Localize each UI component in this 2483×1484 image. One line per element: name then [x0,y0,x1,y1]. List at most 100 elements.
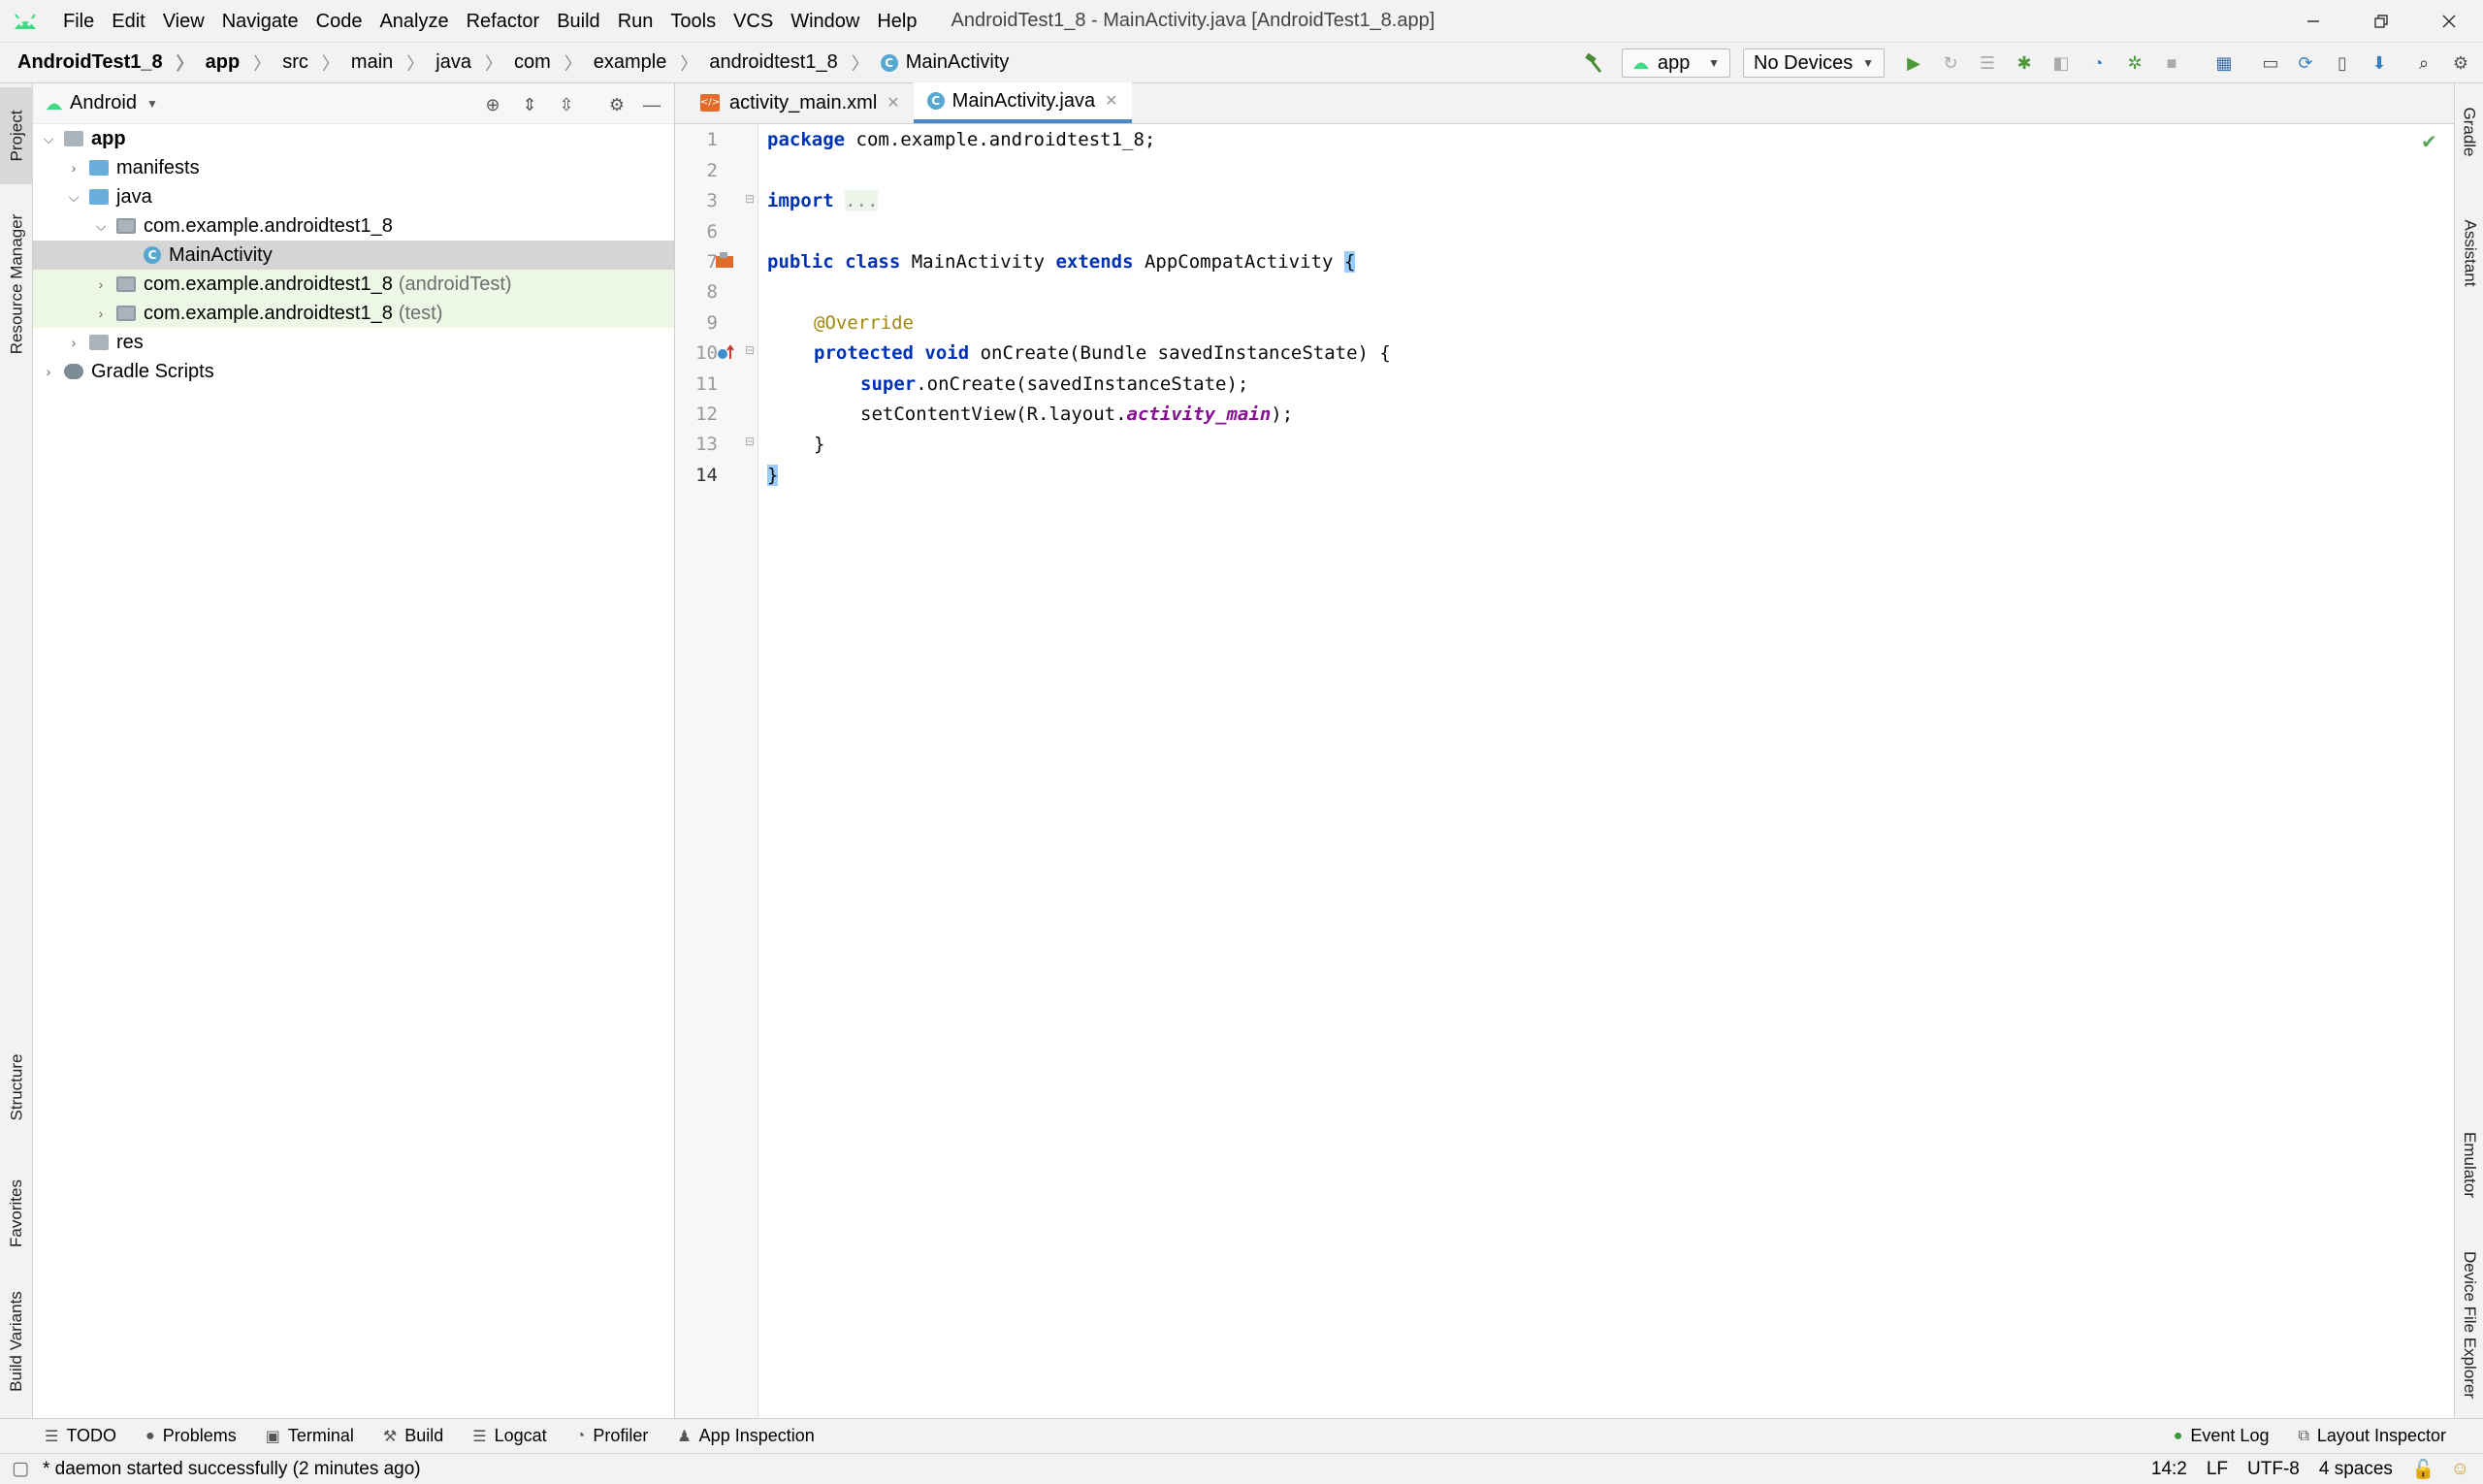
breadcrumb-main[interactable]: 〉 main [308,50,393,76]
tree-item-mainactivity[interactable]: C MainActivity [33,241,674,270]
tool-todo[interactable]: ☰ TODO [45,1426,116,1446]
view-mode-selector[interactable]: Android [70,92,137,114]
close-icon[interactable]: ✕ [887,93,899,113]
menu-file[interactable]: File [54,0,103,43]
tool-layout-inspector[interactable]: ⧉ Layout Inspector [2298,1426,2446,1446]
tab-mainactivity-java[interactable]: C MainActivity.java ✕ [913,82,1132,123]
breadcrumb-java[interactable]: 〉 java [393,50,471,76]
tool-problems[interactable]: ● Problems [145,1426,237,1446]
menu-view[interactable]: View [154,0,213,43]
xml-layout-gutter-icon[interactable] [714,252,735,272]
fold-icon[interactable]: ⊟ [745,435,755,448]
breadcrumb-src[interactable]: 〉 src [240,50,308,76]
tool-event-log[interactable]: ● Event Log [2174,1426,2270,1446]
toggle-tool-windows-icon[interactable]: ▢ [12,1458,29,1480]
restore-button[interactable] [2347,0,2415,43]
device-dropdown[interactable]: No Devices ▼ [1743,48,1885,78]
collapse-all-button[interactable]: ⇳ [555,93,578,116]
tool-device-file-explorer[interactable]: Device File Explorer [2455,1228,2483,1422]
tool-build[interactable]: ⚒ Build [383,1426,443,1446]
search-everywhere-button[interactable]: ⌕ [2411,50,2436,76]
menu-build[interactable]: Build [548,0,608,43]
indent-setting[interactable]: 4 spaces [2319,1459,2393,1480]
tool-terminal[interactable]: ▣ Terminal [266,1426,354,1446]
profile-button[interactable]: ◔ [2085,50,2111,76]
tree-item-package-androidtest[interactable]: › com.example.androidtest1_8 (androidTes… [33,270,674,299]
device-manager-button[interactable]: ▯ [2330,50,2355,76]
tool-emulator[interactable]: Emulator [2455,1102,2483,1228]
menu-code[interactable]: Code [307,0,371,43]
caret-position[interactable]: 14:2 [2151,1459,2187,1480]
tool-favorites[interactable]: Favorites [0,1141,33,1286]
tab-activity-main-xml[interactable]: </> activity_main.xml ✕ [687,82,914,123]
tool-assistant[interactable]: Assistant [2455,190,2483,316]
sync-gradle-button[interactable]: ⟳ [2293,50,2318,76]
fold-icon[interactable]: ⊟ [745,343,755,357]
breadcrumb-project[interactable]: AndroidTest1_8 [0,51,163,74]
settings-button[interactable]: ⚙ [2448,50,2473,76]
sdk-manager-button[interactable]: ⬇ [2367,50,2392,76]
attach-debugger-button[interactable]: ✲ [2122,50,2147,76]
menu-tools[interactable]: Tools [661,0,725,43]
breadcrumb-package[interactable]: 〉 androidtest1_8 [666,50,837,76]
menu-help[interactable]: Help [868,0,925,43]
tool-resource-manager[interactable]: Resource Manager [0,202,33,367]
tree-item-manifests[interactable]: › manifests [33,153,674,182]
avd-manager-button[interactable]: ▭ [2258,50,2283,76]
tree-item-res[interactable]: › res [33,328,674,357]
run-config-dropdown[interactable]: app ▼ [1622,48,1730,78]
make-project-button[interactable] [1581,50,1606,76]
menu-window[interactable]: Window [782,0,868,43]
terminal-icon: ▣ [265,1428,280,1445]
line-number: 7 [706,251,718,273]
tool-profiler[interactable]: ◔ Profiler [576,1426,649,1446]
override-gutter-icon[interactable] [716,343,735,363]
fold-icon[interactable]: ⊟ [745,192,755,206]
smiley-icon[interactable]: ☺ [2451,1459,2469,1480]
apply-changes-button[interactable]: ↻ [1938,50,1963,76]
tree-item-package-main[interactable]: ⌵ com.example.androidtest1_8 [33,211,674,241]
close-icon[interactable]: ✕ [1105,91,1117,111]
menu-vcs[interactable]: VCS [725,0,782,43]
menu-analyze[interactable]: Analyze [371,0,457,43]
menu-run[interactable]: Run [609,0,662,43]
menu-edit[interactable]: Edit [103,0,153,43]
tool-gradle[interactable]: Gradle [2455,83,2483,180]
inspection-icon: ♟ [677,1428,692,1445]
expand-all-button[interactable]: ⇕ [518,93,541,116]
tool-logcat[interactable]: ☰ Logcat [472,1426,546,1446]
code-editor[interactable]: package com.example.androidtest1_8; impo… [759,124,2454,1418]
coverage-button[interactable]: ◧ [2048,50,2074,76]
run-button[interactable]: ▶ [1901,50,1926,76]
line-separator[interactable]: LF [2207,1459,2228,1480]
folded-imports[interactable]: ... [845,190,879,211]
hide-panel-button[interactable]: — [640,93,663,116]
tree-item-package-test[interactable]: › com.example.androidtest1_8 (test) [33,299,674,328]
minimize-button[interactable] [2279,0,2347,43]
debug-button[interactable]: ✱ [2012,50,2037,76]
tool-structure[interactable]: Structure [0,1015,33,1160]
panel-options-button[interactable]: ⚙ [605,93,629,116]
tool-build-variants[interactable]: Build Variants [0,1269,33,1414]
tree-item-java[interactable]: ⌵ java [33,182,674,211]
tool-app-inspection[interactable]: ♟ App Inspection [677,1426,814,1446]
tree-item-gradle-scripts[interactable]: › Gradle Scripts [33,357,674,386]
file-encoding[interactable]: UTF-8 [2247,1459,2300,1480]
apply-code-changes-button[interactable]: ☰ [1975,50,2000,76]
status-message[interactable]: * daemon started successfully (2 minutes… [43,1459,421,1480]
menu-refactor[interactable]: Refactor [458,0,549,43]
no-problems-check-icon[interactable]: ✔ [2421,130,2437,154]
stop-button[interactable]: ■ [2159,50,2184,76]
locate-file-button[interactable]: ⊕ [481,93,504,116]
code-line-14: } [767,465,779,486]
breadcrumb-com[interactable]: 〉 com [471,50,551,76]
tool-project[interactable]: Project [0,87,33,184]
breadcrumb-example[interactable]: 〉 example [551,50,667,76]
project-structure-button[interactable]: ▦ [2211,50,2237,76]
lock-icon[interactable]: 🔓 [2412,1458,2435,1481]
close-window-button[interactable] [2415,0,2483,43]
breadcrumb-app[interactable]: 〉 app [163,50,241,76]
menu-navigate[interactable]: Navigate [213,0,307,43]
breadcrumb-class[interactable]: 〉 C MainActivity [838,50,1010,76]
tree-item-app[interactable]: ⌵ app [33,124,674,153]
